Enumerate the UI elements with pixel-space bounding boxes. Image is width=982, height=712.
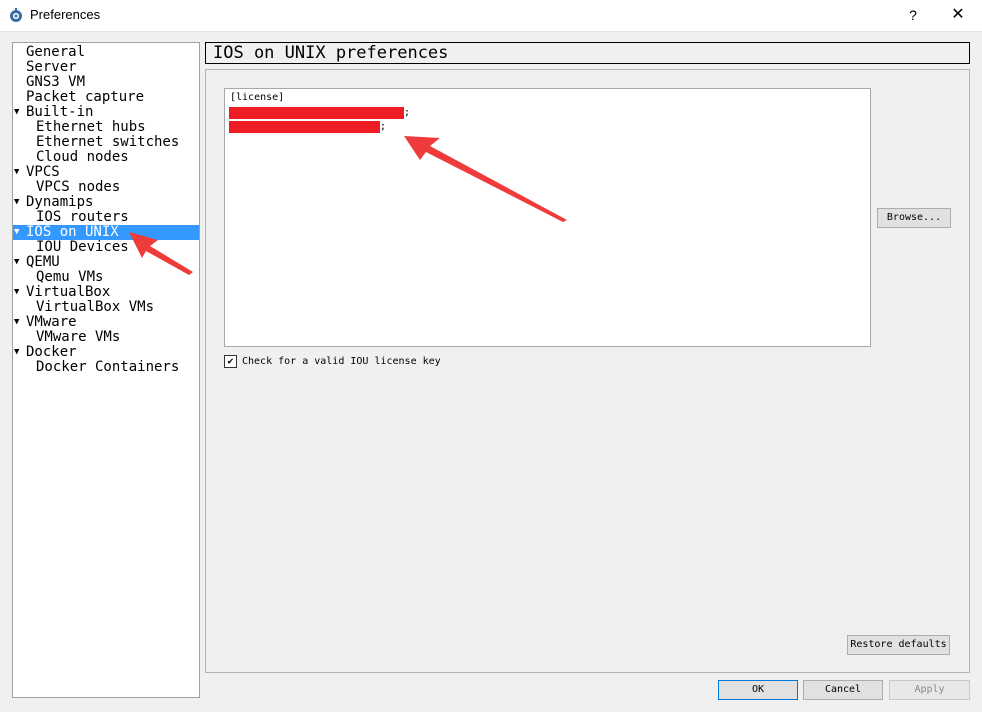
sidebar-item-label: Ethernet switches bbox=[36, 134, 180, 150]
redacted-license-key-1 bbox=[229, 107, 404, 119]
sidebar-item-virtualbox[interactable]: ▼ VirtualBox bbox=[13, 285, 199, 300]
sidebar-item-iou-devices[interactable]: IOU Devices bbox=[13, 240, 199, 255]
sidebar-item-server[interactable]: Server bbox=[13, 60, 199, 75]
expand-arrow-icon[interactable]: ▼ bbox=[14, 285, 19, 300]
sidebar-item-vpcs[interactable]: ▼ VPCS bbox=[13, 165, 199, 180]
redacted-license-key-2 bbox=[229, 121, 380, 133]
sidebar-item-label: IOS on UNIX bbox=[26, 224, 119, 240]
sidebar-item-qemu-vms[interactable]: Qemu VMs bbox=[13, 270, 199, 285]
sidebar-item-ios-routers[interactable]: IOS routers bbox=[13, 210, 199, 225]
sidebar-item-docker[interactable]: ▼ Docker bbox=[13, 345, 199, 360]
expand-arrow-icon[interactable]: ▼ bbox=[14, 225, 19, 240]
expand-arrow-icon[interactable]: ▼ bbox=[14, 195, 19, 210]
sidebar-item-built-in[interactable]: ▼ Built-in bbox=[13, 105, 199, 120]
sidebar-item-general[interactable]: General bbox=[13, 45, 199, 60]
title-bar: Preferences ? ✕ bbox=[0, 0, 982, 32]
license-textarea[interactable]: [license] ; ; bbox=[224, 88, 871, 347]
apply-button[interactable]: Apply bbox=[889, 680, 970, 700]
license-line-terminator: ; bbox=[404, 107, 411, 118]
sidebar-item-virtualbox-vms[interactable]: VirtualBox VMs bbox=[13, 300, 199, 315]
help-button[interactable]: ? bbox=[902, 4, 924, 26]
sidebar-item-cloud-nodes[interactable]: Cloud nodes bbox=[13, 150, 199, 165]
sidebar-item-label: VPCS bbox=[26, 164, 60, 180]
window-title: Preferences bbox=[30, 7, 101, 22]
sidebar-item-ethernet-hubs[interactable]: Ethernet hubs bbox=[13, 120, 199, 135]
ok-button[interactable]: OK bbox=[718, 680, 798, 700]
expand-arrow-icon[interactable]: ▼ bbox=[14, 105, 19, 120]
sidebar-item-label: Docker bbox=[26, 344, 77, 360]
sidebar-item-label: VMware bbox=[26, 314, 77, 330]
sidebar-item-label: Dynamips bbox=[26, 194, 94, 210]
license-line-terminator: ; bbox=[380, 121, 387, 132]
browse-button[interactable]: Browse... bbox=[877, 208, 951, 228]
sidebar-item-packet-capture[interactable]: Packet capture bbox=[13, 90, 199, 105]
expand-arrow-icon[interactable]: ▼ bbox=[14, 315, 19, 330]
sidebar-item-gns3-vm[interactable]: GNS3 VM bbox=[13, 75, 199, 90]
expand-arrow-icon[interactable]: ▼ bbox=[14, 345, 19, 360]
page-header: IOS on UNIX preferences bbox=[205, 42, 970, 64]
sidebar-item-dynamips[interactable]: ▼ Dynamips bbox=[13, 195, 199, 210]
gns3-app-icon bbox=[10, 8, 22, 22]
sidebar-item-label: IOS routers bbox=[36, 209, 129, 225]
sidebar-item-qemu[interactable]: ▼ QEMU bbox=[13, 255, 199, 270]
expand-arrow-icon[interactable]: ▼ bbox=[14, 165, 19, 180]
restore-defaults-button[interactable]: Restore defaults bbox=[847, 635, 950, 655]
sidebar-item-label: QEMU bbox=[26, 254, 60, 270]
sidebar-item-label: Packet capture bbox=[26, 89, 145, 105]
sidebar-item-label: Cloud nodes bbox=[36, 149, 129, 165]
sidebar-item-label: General bbox=[26, 44, 86, 60]
sidebar-item-vmware-vms[interactable]: VMware VMs bbox=[13, 330, 199, 345]
sidebar-item-label: Built-in bbox=[26, 104, 94, 120]
sidebar-item-label: IOU Devices bbox=[36, 239, 129, 255]
sidebar-item-label: VirtualBox VMs bbox=[36, 299, 155, 315]
preferences-tree[interactable]: General Server GNS3 VM Packet capture ▼ Built… bbox=[12, 42, 200, 698]
license-header-line: [license] bbox=[230, 92, 285, 103]
sidebar-item-label: Qemu VMs bbox=[36, 269, 104, 285]
sidebar-item-ios-on-unix[interactable]: ▼ IOS on UNIX bbox=[13, 225, 199, 240]
sidebar-item-docker-containers[interactable]: Docker Containers bbox=[13, 360, 199, 375]
sidebar-item-label: GNS3 VM bbox=[26, 74, 86, 90]
page-title: IOS on UNIX preferences bbox=[213, 43, 449, 63]
expand-arrow-icon[interactable]: ▼ bbox=[14, 255, 19, 270]
license-check-checkbox[interactable]: ✔ bbox=[224, 355, 237, 368]
sidebar-item-vmware[interactable]: ▼ VMware bbox=[13, 315, 199, 330]
cancel-button[interactable]: Cancel bbox=[803, 680, 883, 700]
sidebar-item-label: Server bbox=[26, 59, 77, 75]
sidebar-item-label: Ethernet hubs bbox=[36, 119, 146, 135]
sidebar-item-label: VirtualBox bbox=[26, 284, 111, 300]
sidebar-item-ethernet-switches[interactable]: Ethernet switches bbox=[13, 135, 199, 150]
sidebar-item-vpcs-nodes[interactable]: VPCS nodes bbox=[13, 180, 199, 195]
sidebar-item-label: Docker Containers bbox=[36, 359, 180, 375]
close-icon[interactable]: ✕ bbox=[946, 4, 970, 26]
sidebar-item-label: VPCS nodes bbox=[36, 179, 121, 195]
sidebar-item-label: VMware VMs bbox=[36, 329, 121, 345]
license-check-label[interactable]: Check for a valid IOU license key bbox=[242, 355, 441, 368]
